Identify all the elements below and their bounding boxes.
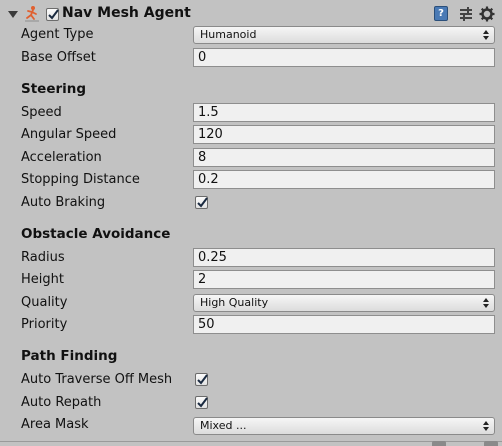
speed-field[interactable]: 1.5 bbox=[193, 103, 495, 122]
stopping-distance-row: Stopping Distance 0.2 bbox=[0, 169, 502, 191]
height-row: Height 2 bbox=[0, 269, 502, 291]
quality-label: Quality bbox=[21, 295, 68, 310]
auto-traverse-label: Auto Traverse Off Mesh bbox=[21, 372, 173, 387]
radius-field[interactable]: 0.25 bbox=[193, 248, 495, 267]
stopping-distance-field[interactable]: 0.2 bbox=[193, 170, 495, 189]
agent-type-label: Agent Type bbox=[21, 27, 94, 42]
quality-row: Quality High Quality bbox=[0, 292, 502, 314]
foldout-arrow-icon[interactable] bbox=[8, 11, 18, 18]
obstacle-avoidance-section-title: Obstacle Avoidance bbox=[21, 226, 171, 242]
height-field[interactable]: 2 bbox=[193, 270, 495, 289]
agent-type-dropdown[interactable]: Humanoid bbox=[193, 26, 495, 44]
auto-braking-label: Auto Braking bbox=[21, 195, 106, 210]
auto-traverse-checkbox[interactable] bbox=[195, 373, 208, 386]
acceleration-field[interactable]: 8 bbox=[193, 148, 495, 167]
speed-label: Speed bbox=[21, 105, 62, 120]
radius-label: Radius bbox=[21, 250, 65, 265]
speed-row: Speed 1.5 bbox=[0, 102, 502, 124]
component-separator bbox=[0, 441, 502, 442]
checkmark-icon bbox=[48, 9, 59, 20]
scroll-tab bbox=[432, 441, 446, 446]
radius-row: Radius 0.25 bbox=[0, 247, 502, 269]
component-title: Nav Mesh Agent bbox=[62, 5, 191, 21]
area-mask-row: Area Mask Mixed ... bbox=[0, 414, 502, 436]
nav-mesh-agent-icon bbox=[25, 6, 39, 22]
dropdown-arrows-icon bbox=[483, 298, 489, 308]
priority-row: Priority 50 bbox=[0, 314, 502, 336]
preset-icon[interactable] bbox=[458, 6, 474, 22]
agent-type-value: Humanoid bbox=[200, 28, 257, 41]
auto-traverse-row: Auto Traverse Off Mesh bbox=[0, 369, 502, 391]
area-mask-label: Area Mask bbox=[21, 417, 89, 432]
auto-braking-checkbox[interactable] bbox=[195, 196, 208, 209]
agent-type-row: Agent Type Humanoid bbox=[0, 24, 502, 46]
scroll-tab bbox=[484, 441, 498, 446]
angular-speed-row: Angular Speed 120 bbox=[0, 124, 502, 146]
angular-speed-label: Angular Speed bbox=[21, 127, 117, 142]
dropdown-arrows-icon bbox=[483, 30, 489, 40]
quality-value: High Quality bbox=[200, 296, 269, 309]
auto-repath-label: Auto Repath bbox=[21, 395, 102, 410]
auto-braking-row: Auto Braking bbox=[0, 192, 502, 214]
acceleration-row: Acceleration 8 bbox=[0, 147, 502, 169]
checkmark-icon bbox=[197, 197, 208, 208]
path-finding-section-title: Path Finding bbox=[21, 348, 118, 364]
area-mask-dropdown[interactable]: Mixed ... bbox=[193, 417, 495, 435]
base-offset-field[interactable]: 0 bbox=[193, 48, 495, 67]
quality-dropdown[interactable]: High Quality bbox=[193, 294, 495, 312]
checkmark-icon bbox=[197, 374, 208, 385]
priority-field[interactable]: 50 bbox=[193, 315, 495, 334]
component-enabled-checkbox[interactable] bbox=[46, 8, 59, 21]
area-mask-value: Mixed ... bbox=[200, 419, 247, 432]
stopping-distance-label: Stopping Distance bbox=[21, 172, 140, 187]
base-offset-label: Base Offset bbox=[21, 50, 96, 65]
auto-repath-checkbox[interactable] bbox=[195, 396, 208, 409]
height-label: Height bbox=[21, 272, 64, 287]
acceleration-label: Acceleration bbox=[21, 150, 102, 165]
gear-icon[interactable] bbox=[479, 6, 495, 22]
checkmark-icon bbox=[197, 397, 208, 408]
help-icon[interactable]: ? bbox=[434, 6, 448, 21]
angular-speed-field[interactable]: 120 bbox=[193, 125, 495, 144]
steering-section-title: Steering bbox=[21, 81, 87, 97]
auto-repath-row: Auto Repath bbox=[0, 392, 502, 414]
base-offset-row: Base Offset 0 bbox=[0, 47, 502, 69]
dropdown-arrows-icon bbox=[483, 421, 489, 431]
priority-label: Priority bbox=[21, 317, 68, 332]
